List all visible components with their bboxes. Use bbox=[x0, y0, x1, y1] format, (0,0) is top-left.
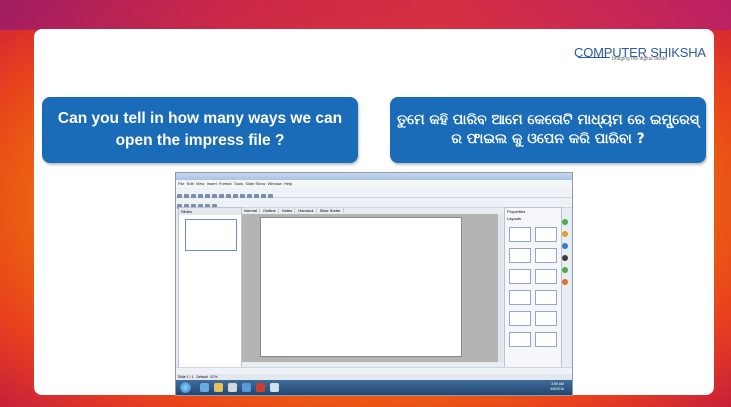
impress-task-icon[interactable] bbox=[270, 383, 279, 392]
slide-thumbnail[interactable] bbox=[185, 219, 237, 251]
question-english: Can you tell in how many ways we can ope… bbox=[42, 97, 358, 163]
taskbar-clock: 3:59 AM 6/6/2016 bbox=[550, 382, 564, 392]
slide-background-top-band bbox=[0, 0, 731, 30]
layout-vertical-text[interactable] bbox=[535, 311, 557, 326]
layout-title-only[interactable] bbox=[535, 227, 557, 242]
sidebar-deck bbox=[562, 219, 570, 299]
windows-taskbar: 3:59 AM 6/6/2016 bbox=[176, 380, 572, 395]
slides-pane-title: Slides bbox=[179, 208, 241, 215]
layout-blank[interactable] bbox=[509, 227, 531, 242]
logo-underline bbox=[578, 57, 610, 58]
layout-title-content-2[interactable] bbox=[535, 269, 557, 284]
ie-icon[interactable] bbox=[200, 383, 209, 392]
layout-two-content-title[interactable] bbox=[535, 332, 557, 347]
question-odia-text: ତୁମେ କହି ପାରିବ ଆମେ କେତୋଟି ମାଧ୍ୟମ ରେ ଇମ୍ପ… bbox=[397, 112, 699, 147]
menu-bar: File Edit View Insert Format Tools Slide… bbox=[176, 180, 572, 188]
layout-centered-text[interactable] bbox=[509, 269, 531, 284]
vertical-scrollbar[interactable] bbox=[498, 214, 503, 362]
master-slides-icon[interactable] bbox=[562, 231, 568, 237]
gallery-icon[interactable] bbox=[562, 267, 568, 273]
status-zoom: 67% bbox=[210, 375, 218, 379]
view-tabs: Normal Outline Notes Handout Slide Sorte… bbox=[242, 207, 502, 214]
tab-outline[interactable]: Outline bbox=[261, 208, 279, 213]
window-titlebar bbox=[176, 173, 572, 180]
slide-canvas[interactable] bbox=[260, 217, 462, 357]
tab-handout[interactable]: Handout bbox=[296, 208, 317, 213]
layout-six-content[interactable] bbox=[535, 290, 557, 305]
layout-title-content[interactable] bbox=[509, 248, 531, 263]
logo-tagline: bridging the digital divide bbox=[612, 56, 668, 62]
standard-toolbar bbox=[176, 188, 572, 199]
impress-screenshot: File Edit View Insert Format Tools Slide… bbox=[175, 172, 573, 396]
tab-notes[interactable]: Notes bbox=[279, 208, 296, 213]
menu-insert[interactable]: Insert bbox=[207, 181, 217, 186]
tab-slide-sorter[interactable]: Slide Sorter bbox=[317, 208, 344, 213]
menu-slide-show[interactable]: Slide Show bbox=[245, 181, 265, 186]
layout-title-two-content[interactable] bbox=[535, 248, 557, 263]
menu-tools[interactable]: Tools bbox=[234, 181, 243, 186]
menu-help[interactable]: Help bbox=[284, 181, 292, 186]
layout-vertical-title[interactable] bbox=[509, 311, 531, 326]
clock-date: 6/6/2016 bbox=[550, 387, 564, 391]
status-slide: Slide 1 / 1 bbox=[177, 375, 194, 379]
properties-pane: Properties Layouts bbox=[504, 207, 562, 369]
question-odia: ତୁମେ କହି ପାରିବ ଆମେ କେତୋଟି ମାଧ୍ୟମ ରେ ଇମ୍ପ… bbox=[390, 97, 706, 163]
explorer-icon[interactable] bbox=[214, 383, 223, 392]
properties-deck-icon[interactable] bbox=[562, 219, 568, 225]
properties-title: Properties bbox=[507, 209, 526, 214]
layout-title-two-vertical[interactable] bbox=[509, 332, 531, 347]
menu-view[interactable]: View bbox=[196, 181, 205, 186]
media-player-icon[interactable] bbox=[228, 383, 237, 392]
status-layout: Default bbox=[196, 375, 208, 379]
menu-edit[interactable]: Edit bbox=[187, 181, 194, 186]
menu-format[interactable]: Format bbox=[219, 181, 232, 186]
slides-pane: Slides bbox=[178, 207, 242, 369]
navigator-icon[interactable] bbox=[562, 279, 568, 285]
layout-four-content[interactable] bbox=[509, 290, 531, 305]
start-button-icon[interactable] bbox=[180, 382, 191, 393]
word-icon[interactable] bbox=[242, 383, 251, 392]
question-english-text: Can you tell in how many ways we can ope… bbox=[57, 110, 343, 149]
menu-file[interactable]: File bbox=[178, 181, 184, 186]
transition-icon[interactable] bbox=[562, 255, 568, 261]
layouts-title: Layouts bbox=[507, 216, 522, 221]
tab-normal[interactable]: Normal bbox=[242, 208, 260, 213]
animation-icon[interactable] bbox=[562, 243, 568, 249]
chrome-icon[interactable] bbox=[256, 383, 265, 392]
menu-window[interactable]: Window bbox=[268, 181, 282, 186]
